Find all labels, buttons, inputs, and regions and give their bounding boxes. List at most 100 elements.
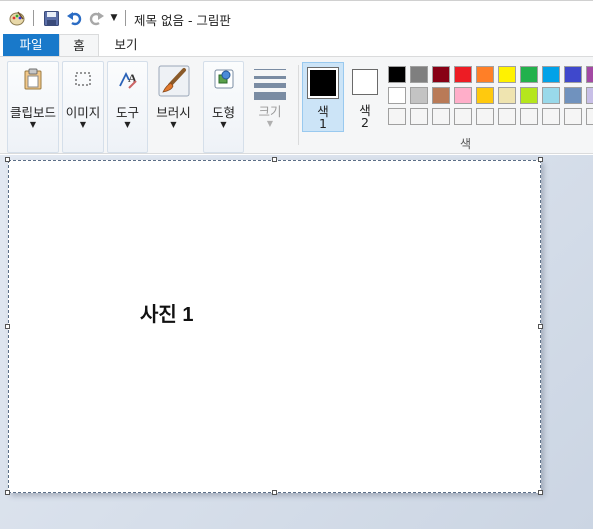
palette-color-swatch[interactable] bbox=[452, 64, 474, 85]
palette-color-swatch[interactable] bbox=[430, 85, 452, 106]
palette-color-swatch[interactable] bbox=[452, 85, 474, 106]
resize-handle-top-right[interactable] bbox=[538, 157, 543, 162]
palette-color-swatch[interactable] bbox=[540, 106, 562, 127]
size-label: 크기 bbox=[258, 104, 282, 119]
chevron-down-icon: ▼ bbox=[79, 120, 87, 129]
canvas-text: 사진 1 bbox=[140, 304, 194, 326]
drawing-canvas[interactable]: 사진 1 bbox=[8, 160, 541, 493]
color1-fill bbox=[310, 70, 336, 96]
brushes-label: 브러시 bbox=[156, 105, 191, 120]
palette-color-swatch[interactable] bbox=[474, 64, 496, 85]
clipboard-label: 클립보드 bbox=[9, 105, 56, 120]
palette-color-swatch[interactable] bbox=[518, 85, 540, 106]
ribbon: 클립보드 ▼ 이미지 ▼ A 도구 ▼ 브러시 ▼ 도형 ▼ 크기 ▼ 색 1 … bbox=[0, 56, 593, 154]
palette-color-swatch[interactable] bbox=[386, 106, 408, 127]
palette-color-swatch[interactable] bbox=[386, 85, 408, 106]
shapes-label: 도형 bbox=[211, 105, 235, 120]
palette-row bbox=[386, 64, 593, 85]
svg-text:A: A bbox=[128, 71, 137, 85]
palette-color-swatch[interactable] bbox=[430, 106, 452, 127]
palette-color-swatch[interactable] bbox=[474, 106, 496, 127]
palette-color-swatch[interactable] bbox=[496, 106, 518, 127]
palette-color-swatch[interactable] bbox=[408, 85, 430, 106]
title-bar: ▼ 제목 없음 - 그림판 bbox=[0, 0, 593, 34]
palette-color-fill bbox=[586, 87, 593, 104]
line-size-icon bbox=[254, 69, 286, 104]
palette-color-swatch[interactable] bbox=[562, 85, 584, 106]
palette-color-fill bbox=[542, 108, 560, 125]
palette-color-swatch[interactable] bbox=[584, 64, 593, 85]
palette-color-swatch[interactable] bbox=[408, 64, 430, 85]
image-button[interactable]: 이미지 ▼ bbox=[62, 61, 104, 153]
tab-home[interactable]: 홈 bbox=[59, 34, 99, 56]
resize-handle-top-left[interactable] bbox=[5, 157, 10, 162]
tools-icon: A bbox=[115, 66, 141, 92]
palette-color-fill bbox=[388, 66, 406, 83]
palette-color-fill bbox=[542, 87, 560, 104]
palette-color-fill bbox=[388, 87, 406, 104]
palette-color-fill bbox=[476, 108, 494, 125]
resize-handle-top[interactable] bbox=[272, 157, 277, 162]
brushes-button[interactable]: 브러시 ▼ bbox=[151, 61, 196, 153]
palette-color-swatch[interactable] bbox=[452, 106, 474, 127]
customize-quick-access-icon[interactable]: ▼ bbox=[108, 9, 120, 27]
palette-color-swatch[interactable] bbox=[562, 64, 584, 85]
palette-color-swatch[interactable] bbox=[540, 64, 562, 85]
palette-color-swatch[interactable] bbox=[408, 106, 430, 127]
image-label: 이미지 bbox=[65, 105, 101, 120]
palette-row bbox=[386, 106, 593, 127]
shapes-button[interactable]: 도형 ▼ bbox=[203, 61, 244, 153]
redo-icon[interactable] bbox=[87, 9, 105, 27]
palette-color-fill bbox=[498, 87, 516, 104]
chevron-down-icon: ▼ bbox=[220, 120, 227, 129]
palette-color-fill bbox=[476, 66, 494, 83]
palette-color-fill bbox=[498, 66, 516, 83]
palette-color-fill bbox=[454, 108, 472, 125]
palette-color-fill bbox=[586, 66, 593, 83]
palette-color-swatch[interactable] bbox=[518, 64, 540, 85]
tools-button[interactable]: A 도구 ▼ bbox=[107, 61, 148, 153]
palette-color-fill bbox=[520, 87, 538, 104]
paint-app-icon[interactable] bbox=[8, 9, 26, 27]
palette-color-swatch[interactable] bbox=[584, 106, 593, 127]
palette-color-swatch[interactable] bbox=[430, 64, 452, 85]
color2-button[interactable]: 색 2 bbox=[347, 62, 383, 132]
tools-label: 도구 bbox=[115, 105, 139, 120]
palette-color-swatch[interactable] bbox=[496, 64, 518, 85]
palette-color-swatch[interactable] bbox=[474, 85, 496, 106]
palette-color-fill bbox=[410, 87, 428, 104]
palette-color-fill bbox=[520, 108, 538, 125]
resize-handle-left[interactable] bbox=[5, 324, 10, 329]
clipboard-button[interactable]: 클립보드 ▼ bbox=[7, 61, 59, 153]
save-icon[interactable] bbox=[42, 9, 60, 27]
undo-icon[interactable] bbox=[65, 9, 83, 27]
palette-color-swatch[interactable] bbox=[386, 64, 408, 85]
palette-color-fill bbox=[432, 108, 450, 125]
palette-color-fill bbox=[498, 108, 516, 125]
palette-color-swatch[interactable] bbox=[540, 85, 562, 106]
resize-handle-bottom-left[interactable] bbox=[5, 490, 10, 495]
palette-color-swatch[interactable] bbox=[562, 106, 584, 127]
palette-color-fill bbox=[564, 66, 582, 83]
chevron-down-icon: ▼ bbox=[124, 120, 131, 129]
resize-handle-bottom-right[interactable] bbox=[538, 490, 543, 495]
resize-handle-right[interactable] bbox=[538, 324, 543, 329]
chevron-down-icon: ▼ bbox=[29, 120, 37, 129]
color1-button[interactable]: 색 1 bbox=[302, 62, 344, 132]
color2-number: 2 bbox=[361, 115, 369, 130]
tab-file[interactable]: 파일 bbox=[3, 34, 59, 56]
ribbon-tabs: 파일 홈 보기 bbox=[0, 34, 593, 56]
palette-color-fill bbox=[454, 87, 472, 104]
chevron-down-icon: ▼ bbox=[170, 120, 177, 129]
palette-color-fill bbox=[432, 87, 450, 104]
palette-color-swatch[interactable] bbox=[496, 85, 518, 106]
brush-icon bbox=[158, 65, 190, 97]
palette-color-fill bbox=[476, 87, 494, 104]
palette-color-fill bbox=[388, 108, 406, 125]
palette-color-swatch[interactable] bbox=[584, 85, 593, 106]
size-button[interactable]: 크기 ▼ bbox=[247, 61, 293, 153]
tab-view[interactable]: 보기 bbox=[103, 34, 149, 56]
resize-handle-bottom[interactable] bbox=[272, 490, 277, 495]
palette-color-fill bbox=[586, 108, 593, 125]
palette-color-swatch[interactable] bbox=[518, 106, 540, 127]
